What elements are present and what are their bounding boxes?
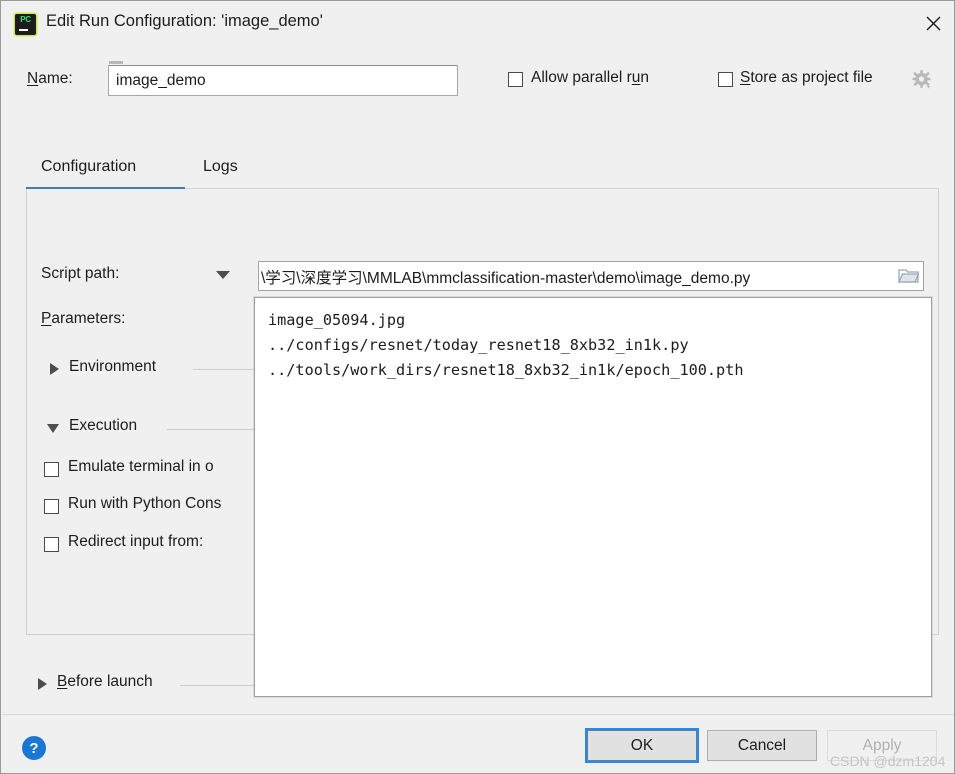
close-icon[interactable] <box>910 1 954 45</box>
name-field-caret-marker <box>109 61 123 64</box>
name-label: Name: <box>27 70 73 87</box>
name-input[interactable] <box>108 65 458 96</box>
title-bar: PC Edit Run Configuration: 'image_demo' <box>1 1 954 46</box>
run-with-python-console-checkbox[interactable] <box>44 499 59 514</box>
emulate-terminal-checkbox[interactable] <box>44 462 59 477</box>
chevron-down-icon[interactable] <box>216 271 230 279</box>
before-launch-label[interactable]: Before launch <box>57 673 153 691</box>
store-as-project-file-checkbox[interactable] <box>718 72 733 87</box>
store-as-project-file-label[interactable]: Store as project file <box>740 69 873 87</box>
before-launch-expander-icon[interactable] <box>38 678 47 690</box>
script-path-input[interactable]: \学习\深度学习\MMLAB\mmclassification-master\d… <box>258 261 924 291</box>
ok-button[interactable]: OK <box>587 730 697 761</box>
edit-run-configuration-dialog: PC Edit Run Configuration: 'image_demo' … <box>0 0 955 774</box>
environment-section-label[interactable]: Environment <box>69 358 156 376</box>
allow-parallel-run-label[interactable]: Allow parallel run <box>531 69 649 87</box>
tab-configuration[interactable]: Configuration <box>41 158 136 176</box>
redirect-input-from-label[interactable]: Redirect input from: <box>68 533 203 551</box>
tab-logs[interactable]: Logs <box>203 158 238 176</box>
folder-icon[interactable] <box>898 266 920 285</box>
script-path-value: \学习\深度学习\MMLAB\mmclassification-master\d… <box>261 270 751 287</box>
cancel-button[interactable]: Cancel <box>707 730 817 761</box>
execution-expander-icon[interactable] <box>47 424 59 433</box>
footer-divider <box>2 714 954 715</box>
parameters-label: Parameters: <box>41 310 126 327</box>
before-launch-rule <box>180 685 256 686</box>
parameters-popup-editor[interactable]: image_05094.jpg ../configs/resnet/today_… <box>254 297 932 697</box>
pycharm-icon: PC <box>15 14 36 35</box>
help-button[interactable]: ? <box>22 736 46 760</box>
script-path-label: Script path: <box>41 265 120 282</box>
execution-section-label[interactable]: Execution <box>69 417 137 435</box>
window-title: Edit Run Configuration: 'image_demo' <box>46 12 323 30</box>
redirect-input-from-checkbox[interactable] <box>44 537 59 552</box>
environment-expander-icon[interactable] <box>50 363 59 375</box>
run-with-python-console-label[interactable]: Run with Python Cons <box>68 495 221 513</box>
watermark: CSDN @dzm1204 <box>830 753 946 769</box>
parameters-popup-text: image_05094.jpg ../configs/resnet/today_… <box>268 311 744 379</box>
gear-icon[interactable] <box>911 69 933 91</box>
emulate-terminal-label[interactable]: Emulate terminal in o <box>68 458 214 476</box>
allow-parallel-run-checkbox[interactable] <box>508 72 523 87</box>
